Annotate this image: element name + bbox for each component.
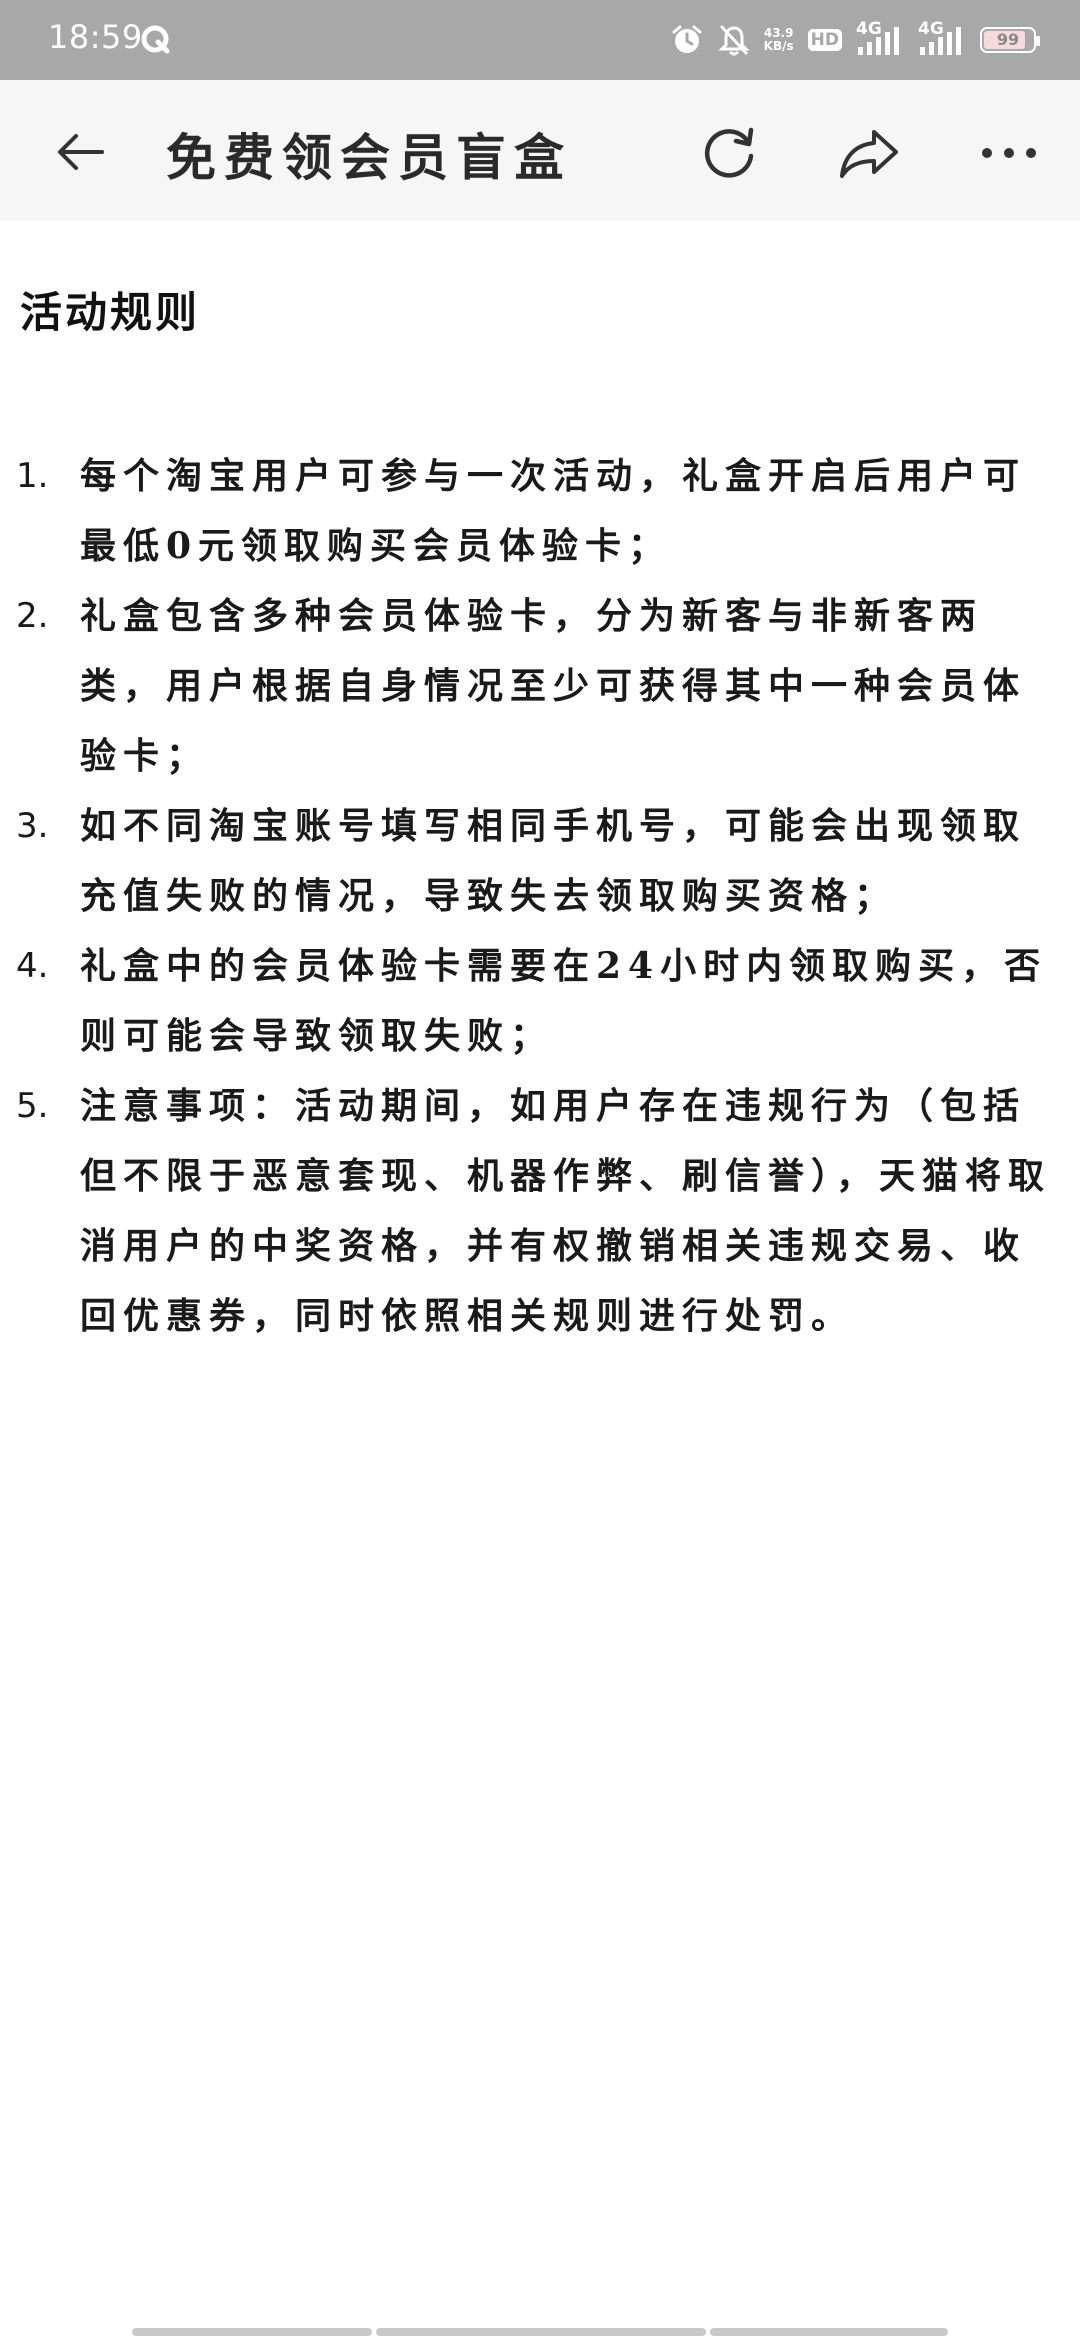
list-item: 1. 每个淘宝用户可参与一次活动，礼盒开启后用户可最低0元领取购买会员体验卡； bbox=[0, 441, 1080, 581]
home-indicator-right bbox=[710, 2328, 948, 2336]
rule-number: 1. bbox=[16, 456, 49, 496]
rule-text: 注意事项：活动期间，如用户存在违规行为（包括但不限于恶意套现、机器作弊、刷信誉）… bbox=[80, 1085, 1052, 1337]
share-icon[interactable] bbox=[836, 120, 902, 186]
list-item: 4. 礼盒中的会员体验卡需要在24小时内领取购买，否则可能会导致领取失败； bbox=[0, 931, 1080, 1071]
list-item: 3. 如不同淘宝账号填写相同手机号，可能会出现领取充值失败的情况，导致失去领取购… bbox=[0, 791, 1080, 931]
rule-text: 每个淘宝用户可参与一次活动，礼盒开启后用户可最低0元领取购买会员体验卡； bbox=[80, 455, 1027, 567]
rule-text: 如不同淘宝账号填写相同手机号，可能会出现领取充值失败的情况，导致失去领取购买资格… bbox=[80, 805, 1027, 917]
mute-bell-icon bbox=[718, 25, 750, 56]
alarm-icon bbox=[672, 25, 702, 53]
back-arrow-icon[interactable] bbox=[52, 124, 108, 180]
rule-number: 2. bbox=[16, 596, 49, 636]
nav-bar: 免费领会员盲盒 bbox=[0, 80, 1080, 221]
hd-label: HD bbox=[810, 30, 839, 50]
home-indicator-middle bbox=[376, 2328, 706, 2336]
status-bar: 18:59 43.9 KB/s HD 4G 4G 99 bbox=[0, 0, 1080, 80]
battery-icon: 99 bbox=[980, 27, 1040, 53]
battery-tip bbox=[1036, 36, 1040, 46]
net-speed: 43.9 KB/s bbox=[764, 27, 794, 53]
rule-text: 礼盒包含多种会员体验卡，分为新客与非新客两类，用户根据自身情况至少可获得其中一种… bbox=[80, 595, 1027, 777]
page-title: 免费领会员盲盒 bbox=[166, 128, 572, 187]
hd-voice-icon: HD bbox=[807, 29, 842, 51]
q-app-icon bbox=[141, 25, 170, 54]
list-item: 5. 注意事项：活动期间，如用户存在违规行为（包括但不限于恶意套现、机器作弊、刷… bbox=[0, 1071, 1080, 1351]
status-icons: 43.9 KB/s HD 4G 4G 99 bbox=[670, 16, 1040, 64]
status-time: 18:59 bbox=[48, 18, 143, 56]
rules-list: 1. 每个淘宝用户可参与一次活动，礼盒开启后用户可最低0元领取购买会员体验卡； … bbox=[0, 441, 1080, 1351]
rule-number: 5. bbox=[16, 1086, 49, 1126]
signal-4g-icon: 4G bbox=[918, 19, 966, 57]
more-dots-icon[interactable] bbox=[976, 120, 1042, 186]
rule-text: 礼盒中的会员体验卡需要在24小时内领取购买，否则可能会导致领取失败； bbox=[80, 945, 1048, 1057]
rule-number: 4. bbox=[16, 946, 49, 986]
net-speed-unit: KB/s bbox=[763, 39, 794, 53]
home-indicator-left bbox=[132, 2328, 372, 2336]
list-item: 2. 礼盒包含多种会员体验卡，分为新客与非新客两类，用户根据自身情况至少可获得其… bbox=[0, 581, 1080, 791]
signal-4g-icon: 4G bbox=[856, 19, 904, 57]
refresh-icon[interactable] bbox=[696, 120, 762, 186]
rule-number: 3. bbox=[16, 806, 49, 846]
battery-level: 99 bbox=[996, 30, 1020, 49]
rules-title: 活动规则 bbox=[20, 288, 201, 337]
